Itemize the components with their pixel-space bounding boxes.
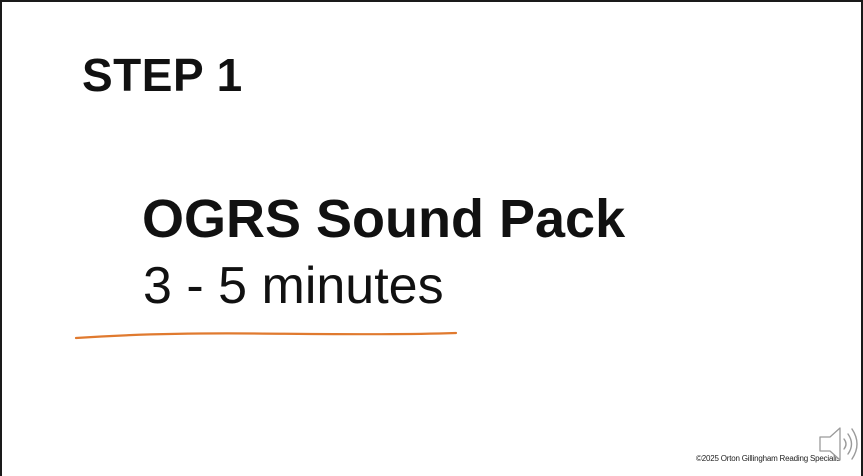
main-heading: OGRS Sound Pack — [142, 189, 626, 249]
step-title: STEP 1 — [82, 49, 243, 101]
speaker-icon[interactable] — [818, 422, 862, 466]
slide: STEP 1 OGRS Sound Pack 3 - 5 minutes ©20… — [0, 0, 863, 476]
accent-underline — [74, 331, 458, 340]
duration-text: 3 - 5 minutes — [143, 257, 444, 315]
